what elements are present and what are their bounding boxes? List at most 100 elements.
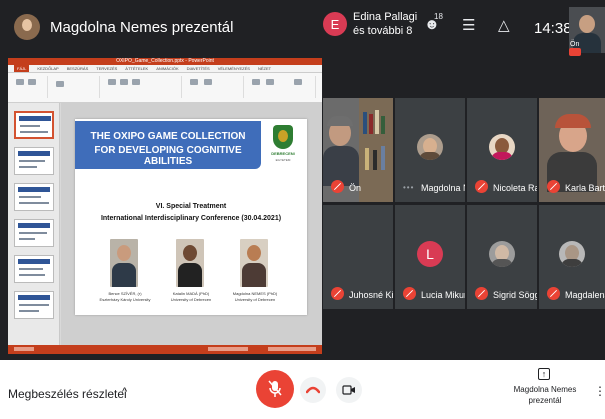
- participant-name: Nicoleta Ra...: [493, 183, 537, 193]
- logo-shield: [273, 125, 293, 149]
- more-options-icon[interactable]: ⋮: [594, 384, 605, 398]
- slide-canvas: THE OXIPO GAME COLLECTION FOR DEVELOPING…: [61, 103, 322, 345]
- ppt-status-bar: [8, 345, 322, 354]
- participant-name: Sigrid Söggel: [493, 290, 537, 300]
- ribbon-tab: TERVEZÉS: [96, 66, 118, 71]
- muted-icon: [475, 180, 488, 193]
- participant-name: Ön: [349, 183, 362, 193]
- university-logo: DEBRECENI EGYETEM: [265, 125, 301, 167]
- presenter-avatar: [14, 14, 40, 40]
- bold-icon: [108, 79, 116, 85]
- italic-icon: [120, 79, 128, 85]
- self-muted-icon: [569, 48, 581, 56]
- chat-icon[interactable]: ☰: [462, 16, 475, 34]
- participant-tile[interactable]: ••• Magdolna N...: [395, 98, 465, 202]
- chip-avatar: E: [323, 12, 347, 36]
- speaker-affiliation: University of Debrecen: [170, 297, 212, 302]
- ribbon-tab: NÉZET: [257, 66, 272, 71]
- self-view-tile[interactable]: Ön: [569, 7, 605, 53]
- speaker-photo: [110, 239, 138, 287]
- muted-icon: [475, 287, 488, 300]
- slide-title-line-1: THE OXIPO GAME COLLECTION: [90, 131, 246, 142]
- present-now-icon[interactable]: ↑: [538, 368, 550, 380]
- shared-screen: OXIPO_Game_Collection.pptx - PowerPoint …: [8, 58, 322, 354]
- ppt-ribbon-tabs: FÁJL KEZDŐLAP BESZÚRÁS TERVEZÉS ÁTTÉTELE…: [8, 65, 322, 73]
- paste-icon: [16, 79, 24, 85]
- chip-text: Edina Pallagi és további 8: [353, 10, 417, 38]
- leave-call-button[interactable]: [300, 377, 326, 403]
- tool-group: [50, 76, 100, 98]
- speaker-name: Katalin MADÁ (PhD): [172, 291, 210, 296]
- muted-icon: [331, 180, 344, 193]
- align-icon: [190, 79, 198, 85]
- conference-line-1: VI. Special Treatment: [155, 203, 227, 210]
- ppt-title-bar: OXIPO_Game_Collection.pptx - PowerPoint: [8, 58, 322, 65]
- participant-avatar: [489, 134, 515, 160]
- new-slide-icon: [56, 81, 64, 87]
- people-count: 18: [434, 12, 443, 21]
- activities-icon[interactable]: △: [498, 16, 510, 34]
- participants-chip[interactable]: E Edina Pallagi és további 8: [323, 10, 417, 38]
- self-label: Ön: [570, 41, 580, 48]
- participant-avatar: [489, 241, 515, 267]
- presenting-label: Magdolna Nemes prezentál: [510, 384, 580, 406]
- mic-off-icon: [268, 380, 282, 397]
- presenting-line-1: Magdolna Nemes: [513, 385, 577, 394]
- ribbon-tab: ANIMÁCIÓK: [156, 66, 179, 71]
- ribbon-tab: DIAVETÍTÉS: [186, 66, 210, 71]
- bullets-icon: [204, 79, 212, 85]
- speaker-name: Magdolna NEMES (PhD): [232, 291, 278, 296]
- conference-line-2: International Interdisciplinary Conferen…: [100, 215, 282, 222]
- participant-name: Lucia Mikurc...: [421, 290, 465, 300]
- participant-tile[interactable]: Sigrid Söggel: [467, 205, 537, 309]
- speaker-affiliation: Eszterházy Károly University: [99, 297, 151, 302]
- speaking-indicator-icon: •••: [403, 183, 415, 192]
- participant-tile[interactable]: Nicoleta Ra...: [467, 98, 537, 202]
- slide-thumb: [14, 291, 54, 319]
- participant-name: Karla Barth: [565, 183, 605, 193]
- muted-icon: [547, 180, 560, 193]
- ribbon-tab: KEZDŐLAP: [37, 66, 59, 71]
- bottom-bar: Megbeszélés részletei ^ ↑ Magdolna Nemes: [0, 360, 605, 419]
- speaker-name: Bence SZÍVÉR, (r): [108, 291, 142, 296]
- participant-tile[interactable]: L Lucia Mikurc...: [395, 205, 465, 309]
- participant-tile[interactable]: Karla Barth: [539, 98, 605, 202]
- meeting-details-button[interactable]: Megbeszélés részletei: [8, 387, 127, 401]
- participant-tile[interactable]: Juhosné Kis...: [323, 205, 393, 309]
- chevron-up-icon[interactable]: ^: [122, 386, 127, 398]
- presenting-line-2: prezentál: [528, 396, 562, 405]
- participant-tile-self[interactable]: Ön: [323, 98, 393, 202]
- participant-avatar: [559, 241, 585, 267]
- clock: 14:38: [534, 20, 572, 37]
- underline-icon: [132, 79, 140, 85]
- chip-line-2: és további 8: [353, 25, 413, 37]
- chip-line-1: Edina Pallagi: [353, 11, 418, 23]
- slide-thumb: [14, 219, 54, 247]
- logo-text: DEBRECENI: [271, 151, 295, 156]
- ribbon-tab: BESZÚRÁS: [66, 66, 89, 71]
- self-head: [579, 15, 595, 33]
- slide-title-line-2: FOR DEVELOPING COGNITIVE ABILITIES: [94, 145, 242, 167]
- participant-name: Magdolna N...: [421, 183, 465, 193]
- muted-icon: [331, 287, 344, 300]
- participant-avatar: [417, 134, 443, 160]
- slide-thumb: [14, 111, 54, 139]
- participant-name: Magdalena ...: [565, 290, 605, 300]
- camera-toggle-button[interactable]: [336, 377, 362, 403]
- camera-icon: [342, 385, 355, 395]
- current-slide: THE OXIPO GAME COLLECTION FOR DEVELOPING…: [75, 119, 307, 315]
- ppt-toolbar: [8, 73, 322, 103]
- speaker-photo: [176, 239, 204, 287]
- slide-thumb: [14, 255, 54, 283]
- ribbon-tab: VÉLEMÉNYEZÉS: [217, 66, 250, 71]
- presenter-info: Magdolna Nemes prezentál: [14, 14, 233, 40]
- mic-toggle-button[interactable]: [256, 370, 294, 408]
- arrange-icon: [266, 79, 274, 85]
- find-icon: [294, 79, 302, 85]
- muted-icon: [547, 287, 560, 300]
- participant-initial-avatar: L: [417, 241, 443, 267]
- ribbon-tab: FÁJL: [14, 65, 30, 72]
- speaker-photo: [240, 239, 268, 287]
- participant-name: Juhosné Kis...: [349, 290, 393, 300]
- participant-tile[interactable]: Magdalena ...: [539, 205, 605, 309]
